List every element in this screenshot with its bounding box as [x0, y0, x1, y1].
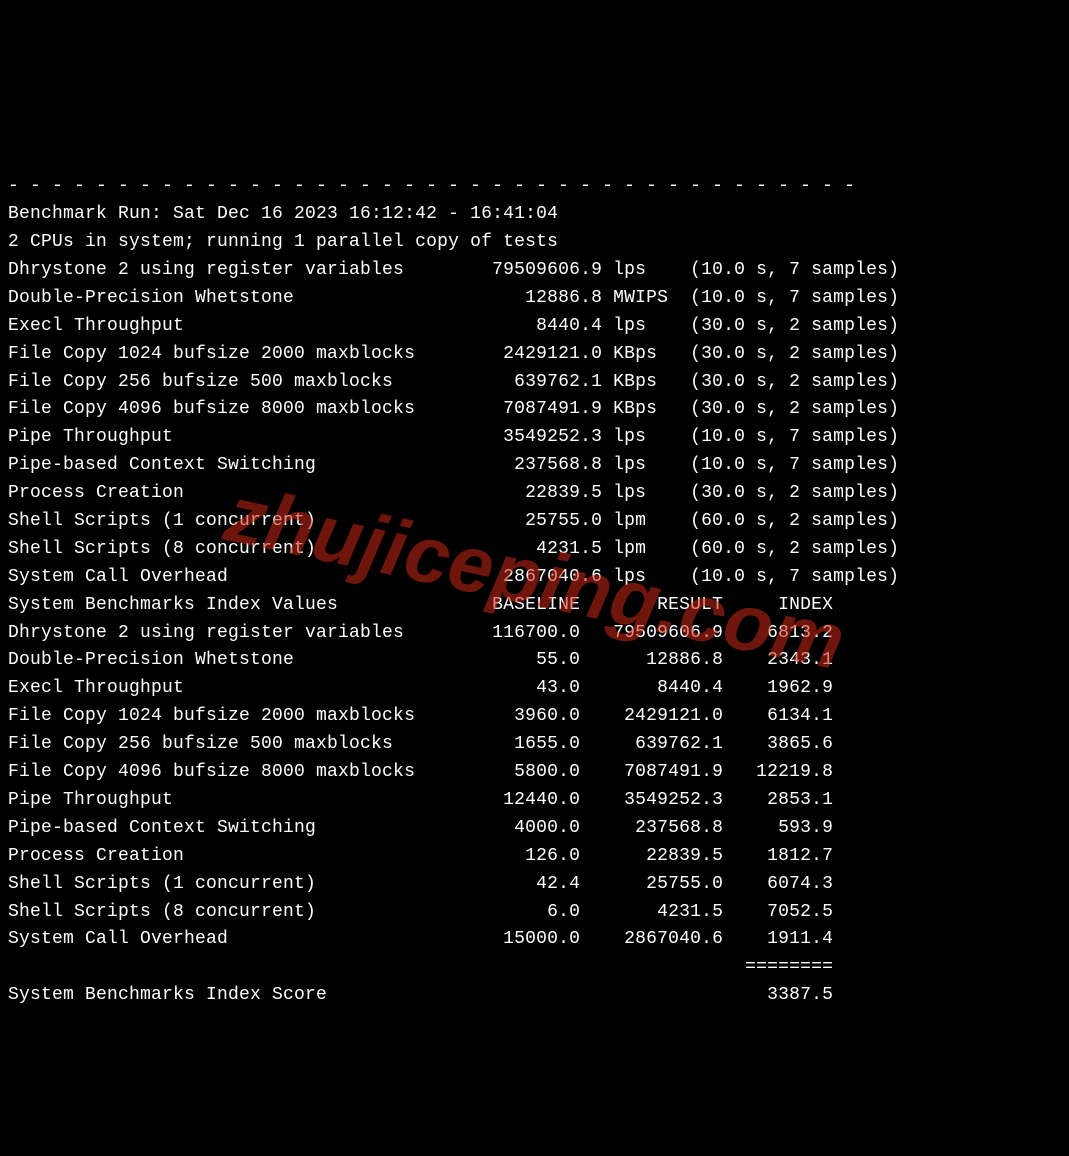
test-result-row: Shell Scripts (8 concurrent) 4231.5 lpm …	[8, 536, 1061, 564]
test-result-row: Dhrystone 2 using register variables 795…	[8, 257, 1061, 285]
test-result-row: Process Creation 22839.5 lps (30.0 s, 2 …	[8, 480, 1061, 508]
test-result-row: Shell Scripts (1 concurrent) 25755.0 lpm…	[8, 508, 1061, 536]
index-row: File Copy 4096 bufsize 8000 maxblocks 58…	[8, 759, 1061, 787]
test-result-row: File Copy 4096 bufsize 8000 maxblocks 70…	[8, 396, 1061, 424]
index-row: Pipe-based Context Switching 4000.0 2375…	[8, 815, 1061, 843]
test-result-row: File Copy 256 bufsize 500 maxblocks 6397…	[8, 369, 1061, 397]
score-row: System Benchmarks Index Score 3387.5	[8, 982, 1061, 1010]
index-row: Pipe Throughput 12440.0 3549252.3 2853.1	[8, 787, 1061, 815]
benchmark-run-line: Benchmark Run: Sat Dec 16 2023 16:12:42 …	[8, 201, 1061, 229]
test-result-row: Pipe Throughput 3549252.3 lps (10.0 s, 7…	[8, 424, 1061, 452]
index-header-row: System Benchmarks Index Values BASELINE …	[8, 592, 1061, 620]
index-row: Execl Throughput 43.0 8440.4 1962.9	[8, 675, 1061, 703]
index-row: File Copy 1024 bufsize 2000 maxblocks 39…	[8, 703, 1061, 731]
terminal-output: - - - - - - - - - - - - - - - - - - - - …	[8, 173, 1061, 1010]
test-result-row: System Call Overhead 2867040.6 lps (10.0…	[8, 564, 1061, 592]
index-row: Dhrystone 2 using register variables 116…	[8, 620, 1061, 648]
cpu-info-line: 2 CPUs in system; running 1 parallel cop…	[8, 229, 1061, 257]
test-result-row: Execl Throughput 8440.4 lps (30.0 s, 2 s…	[8, 313, 1061, 341]
index-row: Shell Scripts (8 concurrent) 6.0 4231.5 …	[8, 899, 1061, 927]
index-row: Shell Scripts (1 concurrent) 42.4 25755.…	[8, 871, 1061, 899]
index-row: File Copy 256 bufsize 500 maxblocks 1655…	[8, 731, 1061, 759]
index-row: Process Creation 126.0 22839.5 1812.7	[8, 843, 1061, 871]
test-result-row: Pipe-based Context Switching 237568.8 lp…	[8, 452, 1061, 480]
score-rule: ========	[8, 954, 1061, 982]
separator-dashes: - - - - - - - - - - - - - - - - - - - - …	[8, 173, 1061, 201]
index-row: Double-Precision Whetstone 55.0 12886.8 …	[8, 647, 1061, 675]
test-result-row: File Copy 1024 bufsize 2000 maxblocks 24…	[8, 341, 1061, 369]
test-result-row: Double-Precision Whetstone 12886.8 MWIPS…	[8, 285, 1061, 313]
